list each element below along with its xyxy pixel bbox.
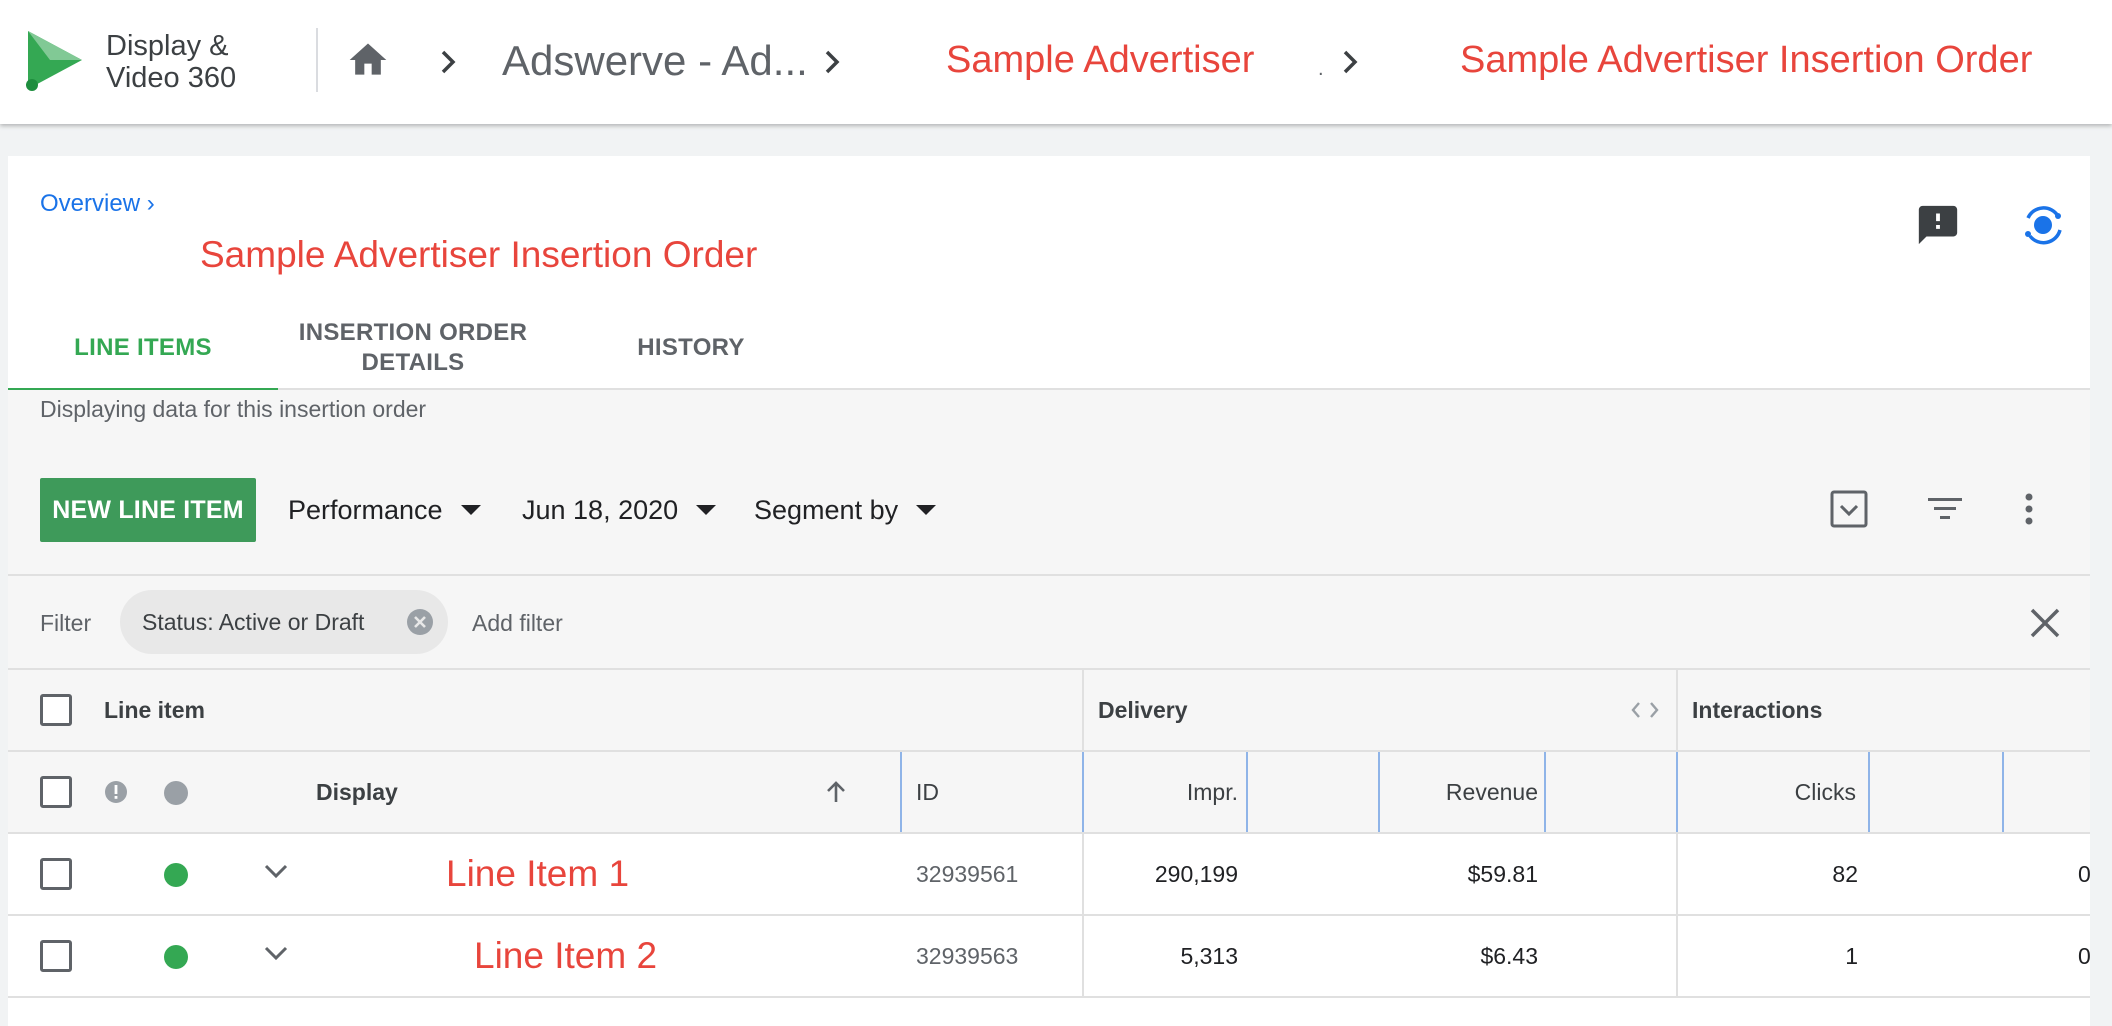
status-filter-chip[interactable]: Status: Active or Draft <box>120 590 448 654</box>
select-all-checkbox[interactable] <box>40 694 72 726</box>
col-clicks[interactable]: Clicks <box>1688 752 1856 832</box>
more-vert-icon[interactable] <box>2006 486 2052 532</box>
table-column-header: Display ID Impr. Revenue Clicks <box>8 752 2090 834</box>
line-item-clicks: 82 <box>1832 860 1858 887</box>
line-item-revenue: $59.81 <box>1467 860 1538 887</box>
feedback-icon[interactable] <box>1914 202 1962 248</box>
tab-insertion-order-details[interactable]: INSERTION ORDER DETAILS <box>298 306 528 390</box>
segment-dropdown-label: Segment by <box>754 494 899 525</box>
warning-circle-icon <box>105 781 127 803</box>
column-toggle-icon[interactable] <box>1826 486 1872 532</box>
table-row[interactable]: Line Item 2 32939563 5,313 $6.43 1 0 <box>8 916 2091 998</box>
line-item-id: 32939563 <box>916 942 1019 969</box>
app-header: Display & Video 360 Adswerve - Ad... Sam… <box>0 0 2112 124</box>
caret-down-icon <box>460 505 481 515</box>
home-icon[interactable] <box>346 38 390 82</box>
chevron-right-icon <box>814 40 850 84</box>
row-checkbox[interactable] <box>40 858 72 890</box>
filter-bar: Filter Status: Active or Draft Add filte… <box>8 574 2090 670</box>
view-dropdown[interactable]: Performance <box>288 486 481 534</box>
table-row[interactable]: Line Item 1 32939561 290,199 $59.81 82 0 <box>8 834 2091 916</box>
col-impr[interactable]: Impr. <box>1088 752 1238 832</box>
remove-filter-icon[interactable] <box>406 608 434 636</box>
row-checkbox[interactable] <box>40 940 72 972</box>
breadcrumb-insertion-order[interactable]: Sample Advertiser Insertion Order <box>1460 35 2032 85</box>
dv360-logo-icon[interactable] <box>24 27 84 93</box>
table-group-header: Line item Delivery Interactions <box>8 670 2090 752</box>
close-icon[interactable] <box>2026 604 2064 642</box>
info-text: Displaying data for this insertion order <box>40 396 427 422</box>
main-panel: Overview › Sample Advertiser Insertion O… <box>8 156 2091 1026</box>
status-active-icon <box>164 863 188 887</box>
line-item-overflow-value: 0 <box>2078 942 2091 969</box>
col-revenue[interactable]: Revenue <box>1388 752 1538 832</box>
breadcrumb-mark: . <box>1318 58 1324 80</box>
chevron-right-icon <box>1332 40 1368 84</box>
group-delivery: Delivery <box>1098 696 1188 723</box>
segment-dropdown[interactable]: Segment by <box>754 486 937 534</box>
chevron-down-icon[interactable] <box>262 942 290 964</box>
tab-line-items[interactable]: LINE ITEMS <box>8 306 278 392</box>
group-line-item: Line item <box>104 696 205 723</box>
product-name: Display & Video 360 <box>106 30 237 94</box>
overview-link[interactable]: Overview › <box>40 190 155 218</box>
view-dropdown-label: Performance <box>288 494 443 525</box>
col-display[interactable]: Display <box>316 752 398 832</box>
line-item-name[interactable]: Line Item 2 <box>474 916 657 996</box>
group-interactions: Interactions <box>1692 696 1823 723</box>
caret-down-icon <box>696 505 717 515</box>
arrow-up-icon[interactable] <box>822 778 850 806</box>
caret-down-icon <box>916 505 937 515</box>
line-item-impr: 5,313 <box>1180 942 1238 969</box>
tab-bar: LINE ITEMS INSERTION ORDER DETAILS HISTO… <box>8 306 2090 392</box>
tab-history[interactable]: HISTORY <box>608 306 774 390</box>
breadcrumb-advertiser[interactable]: Sample Advertiser <box>946 35 1254 85</box>
page-title: Sample Advertiser Insertion Order <box>200 234 758 275</box>
header-divider <box>316 28 318 92</box>
expand-columns-icon[interactable] <box>1630 670 1660 750</box>
line-item-impr: 290,199 <box>1154 860 1238 887</box>
line-item-id: 32939561 <box>916 860 1019 887</box>
date-dropdown-label: Jun 18, 2020 <box>522 494 679 525</box>
filter-label: Filter <box>40 610 92 636</box>
filter-list-icon[interactable] <box>1922 486 1968 532</box>
orbit-icon[interactable] <box>2020 202 2066 248</box>
line-item-overflow-value: 0 <box>2078 860 2091 887</box>
status-filter-chip-label: Status: Active or Draft <box>142 608 365 635</box>
new-line-item-button[interactable]: NEW LINE ITEM <box>40 478 256 542</box>
status-header-icon <box>164 781 188 805</box>
add-filter-input[interactable]: Add filter <box>472 610 563 637</box>
date-dropdown[interactable]: Jun 18, 2020 <box>522 486 717 534</box>
line-item-revenue: $6.43 <box>1480 942 1538 969</box>
chevron-right-icon <box>430 40 466 84</box>
select-all-checkbox[interactable] <box>40 776 72 808</box>
line-item-name[interactable]: Line Item 1 <box>446 834 629 914</box>
status-active-icon <box>164 945 188 969</box>
col-id[interactable]: ID <box>916 752 939 832</box>
line-item-clicks: 1 <box>1845 942 1858 969</box>
chevron-down-icon[interactable] <box>262 860 290 882</box>
breadcrumb-partner[interactable]: Adswerve - Ad... <box>502 36 808 86</box>
